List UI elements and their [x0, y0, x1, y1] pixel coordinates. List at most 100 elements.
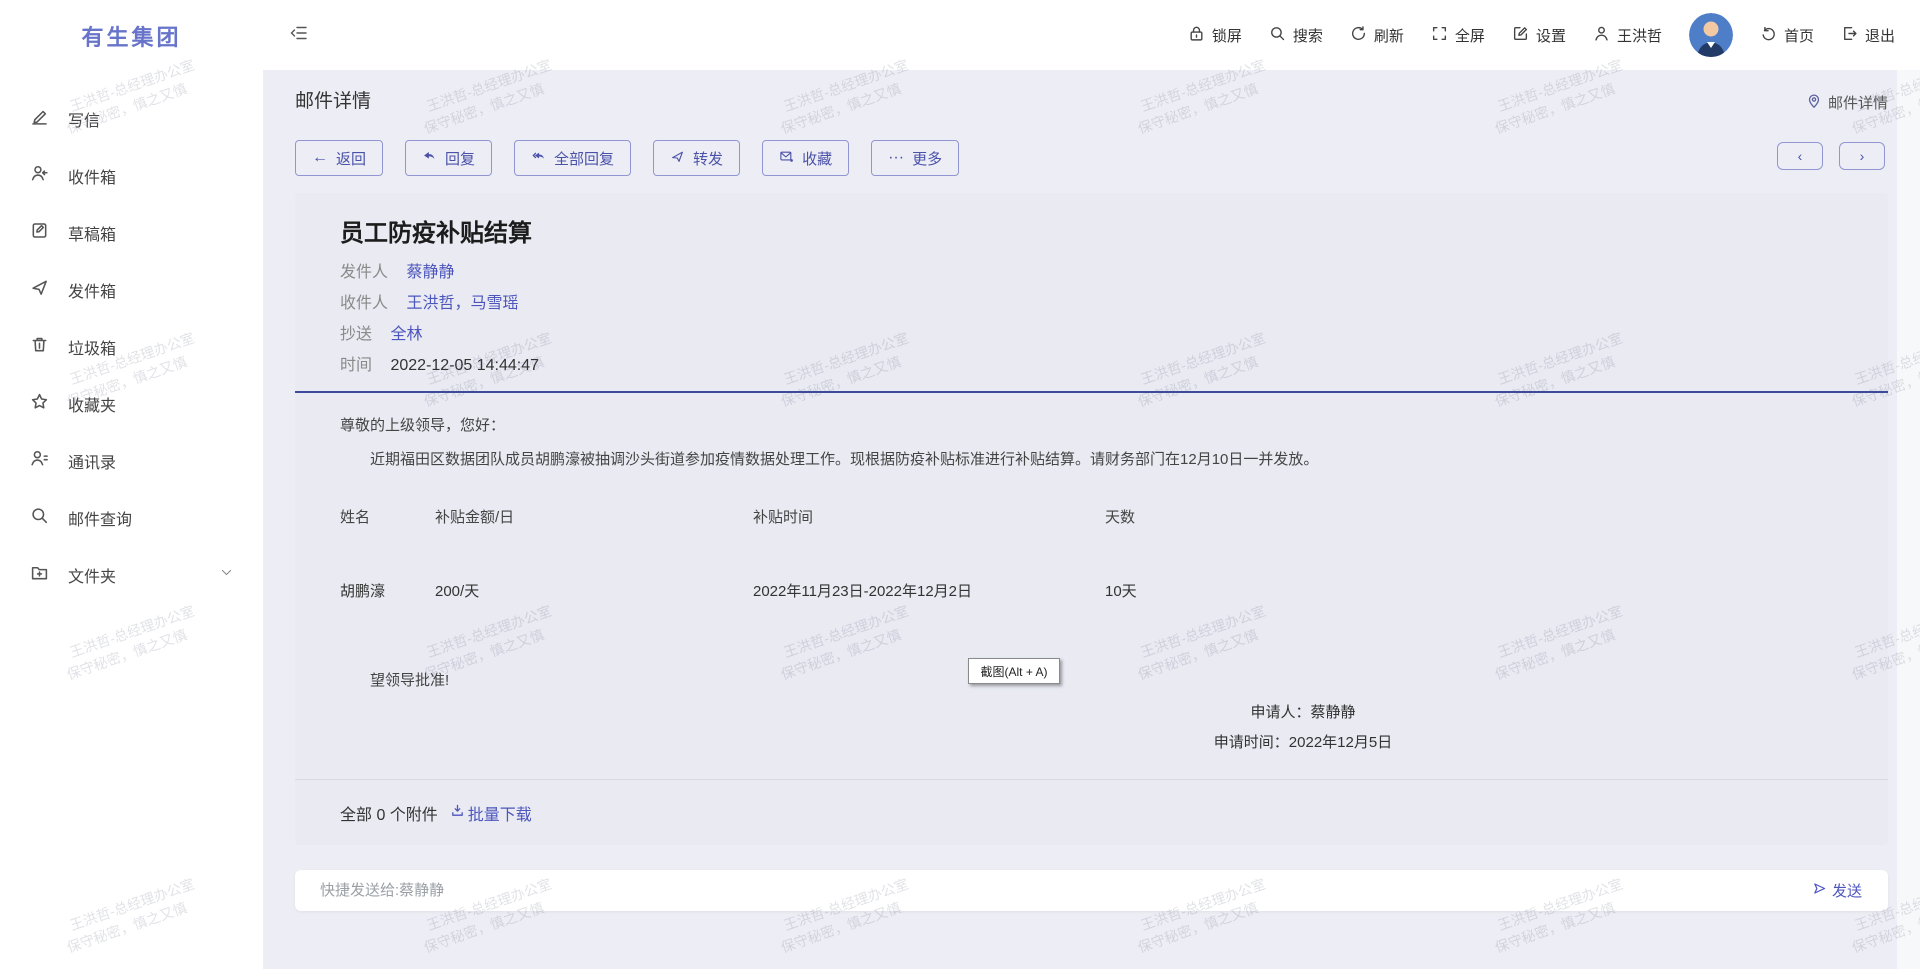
sidebar-item-label: 收件箱 [68, 164, 116, 188]
mail-detail-card: 员工防疫补贴结算 发件人 蔡静静 收件人 王洪哲，马雪瑶 抄送 全林 [295, 193, 1888, 845]
user-name: 王洪哲 [1617, 25, 1662, 46]
mail-greeting: 尊敬的上级领导，您好： [340, 415, 1840, 437]
sidebar-item-sent[interactable]: 发件箱 [0, 261, 263, 318]
cell-period: 2022年11月23日-2022年12月2日 [753, 580, 1105, 601]
sidebar-item-label: 写信 [68, 107, 100, 131]
home-back-icon [1760, 25, 1777, 46]
col-header: 补贴时间 [753, 506, 1105, 527]
cell-name: 胡鹏濠 [340, 580, 435, 601]
attachments-bar: 全部 0 个附件 批量下载 [295, 779, 1888, 845]
cell-amount: 200/天 [435, 580, 753, 601]
mail-app: 有生集团 写信 收件箱 草稿箱 发件箱 垃圾箱 [0, 0, 1920, 969]
batch-download-link[interactable]: 批量下载 [450, 801, 532, 825]
sidebar-item-compose[interactable]: 写信 [0, 90, 263, 147]
mail-pager: ‹ › [1777, 142, 1885, 170]
settings-button[interactable]: 设置 [1512, 25, 1566, 46]
fullscreen-label: 全屏 [1455, 25, 1485, 46]
sidebar-item-folders[interactable]: 文件夹 [0, 546, 263, 603]
quick-send-input[interactable] [295, 882, 1812, 899]
avatar[interactable] [1689, 13, 1733, 57]
location-pin-icon [1806, 93, 1822, 113]
favorite-button[interactable]: 收藏 [762, 140, 849, 176]
user-menu[interactable]: 王洪哲 [1593, 25, 1662, 46]
sidebar-collapse-button[interactable] [289, 23, 309, 48]
inbox-icon [30, 164, 49, 188]
attachments-summary: 全部 0 个附件 [340, 801, 438, 825]
sidebar-item-label: 发件箱 [68, 278, 116, 302]
sidebar-item-contacts[interactable]: 通讯录 [0, 432, 263, 489]
ellipsis-icon: ··· [888, 150, 904, 166]
action-toolbar: ← 返回 回复 全部回复 转发 收藏 ··· 更多 [295, 140, 959, 176]
lock-icon [1188, 25, 1205, 46]
apply-date-line: 申请时间：2022年12月5日 [1108, 728, 1498, 758]
from-contact[interactable]: 蔡静静 [406, 264, 454, 281]
topbar-actions: 锁屏 搜索 刷新 全屏 设置 王洪哲 [1188, 13, 1920, 57]
fullscreen-button[interactable]: 全屏 [1431, 25, 1485, 46]
refresh-icon [1350, 25, 1367, 46]
search-icon [30, 506, 49, 530]
sidebar-item-label: 文件夹 [68, 563, 116, 587]
back-button[interactable]: ← 返回 [295, 140, 383, 176]
meta-time-row: 时间 2022-12-05 14:44:47 [340, 350, 1840, 381]
search-label: 搜索 [1293, 25, 1323, 46]
sidebar-item-trash[interactable]: 垃圾箱 [0, 318, 263, 375]
mail-detail-body: 员工防疫补贴结算 发件人 蔡静静 收件人 王洪哲，马雪瑶 抄送 全林 [295, 193, 1888, 845]
forward-button[interactable]: 转发 [653, 140, 740, 176]
mail-paragraph: 近期福田区数据团队成员胡鹏濠被抽调沙头街道参加疫情数据处理工作。现根据防疫补贴标… [340, 449, 1840, 470]
refresh-label: 刷新 [1374, 25, 1404, 46]
forward-label: 转发 [693, 148, 723, 169]
topbar: 锁屏 搜索 刷新 全屏 设置 王洪哲 [263, 0, 1920, 70]
logout-icon [1841, 25, 1858, 46]
mail-subject: 员工防疫补贴结算 [340, 219, 1840, 249]
sidebar-item-mail-search[interactable]: 邮件查询 [0, 489, 263, 546]
contacts-icon [30, 449, 49, 473]
col-header: 姓名 [340, 506, 435, 527]
scrollbar-track[interactable] [1897, 70, 1920, 969]
drafts-icon [30, 221, 49, 245]
breadcrumb-label: 邮件详情 [1828, 92, 1888, 113]
cc-contact[interactable]: 全林 [390, 326, 422, 343]
refresh-button[interactable]: 刷新 [1350, 25, 1404, 46]
lock-screen-label: 锁屏 [1212, 25, 1242, 46]
chevron-down-icon [220, 566, 233, 584]
user-icon [1593, 25, 1610, 46]
reply-button[interactable]: 回复 [405, 140, 492, 176]
reply-all-icon [531, 149, 546, 168]
lock-screen-button[interactable]: 锁屏 [1188, 25, 1242, 46]
to-label: 收件人 [340, 295, 388, 312]
header-divider [295, 391, 1888, 393]
col-header: 天数 [1105, 506, 1840, 527]
cc-label: 抄送 [340, 326, 372, 343]
more-button[interactable]: ··· 更多 [871, 140, 959, 176]
send-button[interactable]: 发送 [1812, 880, 1888, 901]
home-button[interactable]: 首页 [1760, 25, 1814, 46]
arrow-left-icon: ← [312, 150, 328, 166]
prev-mail-button[interactable]: ‹ [1777, 142, 1823, 170]
logout-button[interactable]: 退出 [1841, 25, 1895, 46]
col-header: 补贴金额/日 [435, 506, 753, 527]
send-icon [1812, 881, 1827, 900]
next-mail-button[interactable]: › [1839, 142, 1885, 170]
reply-all-label: 全部回复 [554, 148, 614, 169]
trash-icon [30, 335, 49, 359]
subsidy-table: 姓名 补贴金额/日 补贴时间 天数 胡鹏濠 200/天 2022年11月23日-… [340, 506, 1840, 601]
send-label: 发送 [1832, 880, 1862, 901]
page-title: 邮件详情 [295, 86, 371, 113]
sidebar-item-inbox[interactable]: 收件箱 [0, 147, 263, 204]
reply-all-button[interactable]: 全部回复 [514, 140, 631, 176]
cell-days: 10天 [1105, 580, 1840, 601]
fullscreen-icon [1431, 25, 1448, 46]
time-label: 时间 [340, 357, 372, 374]
meta-to-row: 收件人 王洪哲，马雪瑶 [340, 288, 1840, 319]
compose-icon [30, 107, 49, 131]
sidebar-item-drafts[interactable]: 草稿箱 [0, 204, 263, 261]
from-label: 发件人 [340, 264, 388, 281]
folder-icon [30, 563, 49, 587]
favorite-label: 收藏 [802, 148, 832, 169]
mail-closing: 望领导批准! [340, 669, 1840, 690]
search-button[interactable]: 搜索 [1269, 25, 1323, 46]
sidebar-item-label: 收藏夹 [68, 392, 116, 416]
table-row: 胡鹏濠 200/天 2022年11月23日-2022年12月2日 10天 [340, 580, 1840, 601]
sidebar-item-favorites[interactable]: 收藏夹 [0, 375, 263, 432]
to-contacts[interactable]: 王洪哲，马雪瑶 [406, 295, 518, 312]
